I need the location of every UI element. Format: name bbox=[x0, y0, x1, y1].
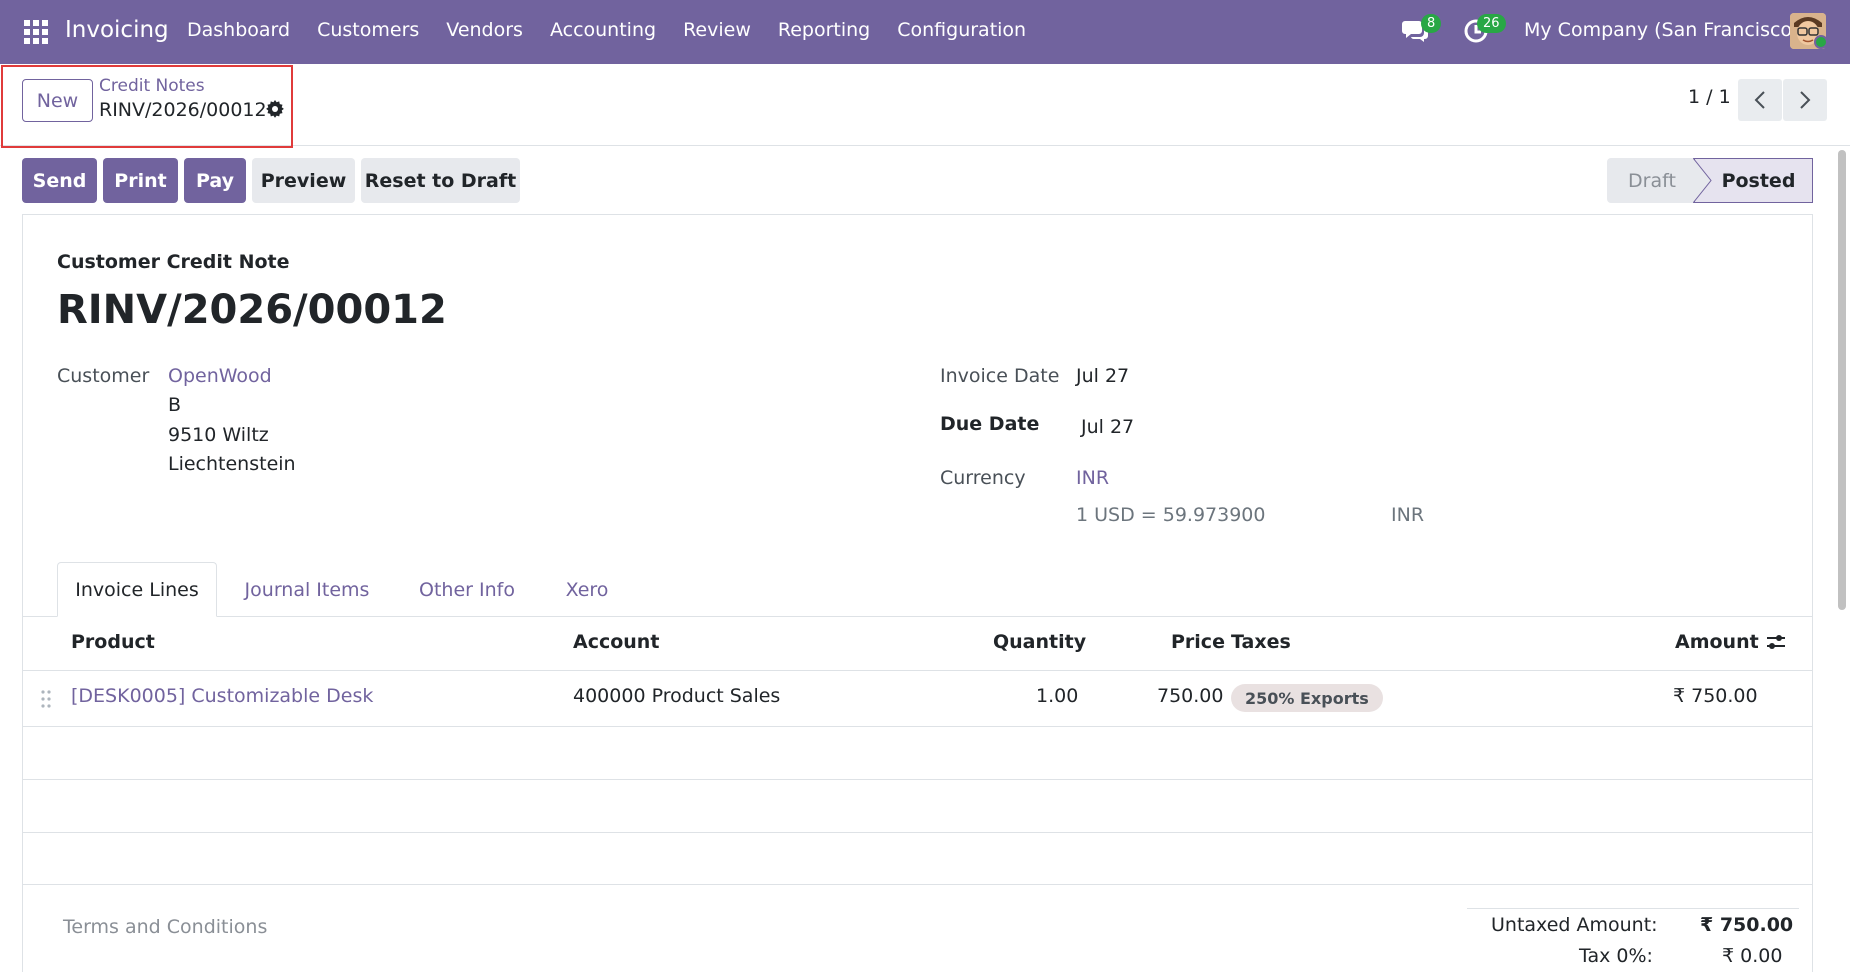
column-product[interactable]: Product bbox=[71, 631, 155, 653]
menu-accounting[interactable]: Accounting bbox=[550, 19, 656, 41]
document-number: RINV/2026/00012 bbox=[57, 287, 447, 333]
due-date-value[interactable]: Jul 27 bbox=[1081, 416, 1134, 438]
tab-xero[interactable]: Xero bbox=[547, 562, 627, 617]
pager-next-button[interactable] bbox=[1783, 79, 1827, 121]
tab-other-info[interactable]: Other Info bbox=[402, 562, 532, 617]
line-quantity[interactable]: 1.00 bbox=[1036, 685, 1078, 707]
optional-columns-icon[interactable] bbox=[1765, 631, 1787, 653]
column-quantity[interactable]: Quantity bbox=[993, 631, 1086, 653]
untaxed-amount-value: ₹ 750.00 bbox=[1700, 914, 1794, 936]
reset-to-draft-button[interactable]: Reset to Draft bbox=[361, 158, 520, 203]
column-price[interactable]: Price bbox=[1171, 631, 1225, 653]
print-button[interactable]: Print bbox=[103, 158, 178, 203]
pay-button[interactable]: Pay bbox=[184, 158, 246, 203]
table-divider bbox=[22, 726, 1813, 727]
currency-rate-unit: INR bbox=[1391, 504, 1425, 526]
customer-label: Customer bbox=[57, 365, 150, 387]
menu-dashboard[interactable]: Dashboard bbox=[187, 19, 290, 41]
menu-review[interactable]: Review bbox=[683, 19, 751, 41]
table-divider bbox=[22, 884, 1813, 885]
apps-grid-icon[interactable] bbox=[24, 20, 48, 44]
company-switcher[interactable]: My Company (San Francisco) bbox=[1524, 19, 1799, 41]
line-account[interactable]: 400000 Product Sales bbox=[573, 685, 780, 707]
currency-link[interactable]: INR bbox=[1076, 467, 1109, 489]
menu-customers[interactable]: Customers bbox=[317, 19, 419, 41]
tab-invoice-lines[interactable]: Invoice Lines bbox=[57, 562, 217, 617]
scrollbar[interactable] bbox=[1838, 150, 1846, 610]
customer-address-line: Liechtenstein bbox=[168, 453, 296, 475]
menu-reporting[interactable]: Reporting bbox=[778, 19, 870, 41]
column-taxes[interactable]: Taxes bbox=[1231, 631, 1291, 653]
currency-label: Currency bbox=[940, 467, 1026, 489]
tab-journal-items[interactable]: Journal Items bbox=[232, 562, 382, 617]
chevron-right-icon bbox=[1800, 91, 1811, 109]
status-draft[interactable]: Draft bbox=[1607, 158, 1697, 203]
gear-icon[interactable] bbox=[265, 99, 285, 119]
table-divider bbox=[22, 670, 1813, 671]
tax-badge[interactable]: 250% Exports bbox=[1231, 684, 1383, 712]
terms-and-conditions-input[interactable]: Terms and Conditions bbox=[63, 916, 267, 938]
preview-button[interactable]: Preview bbox=[252, 158, 355, 203]
line-amount: ₹ 750.00 bbox=[1673, 685, 1758, 707]
pager-value[interactable]: 1 / 1 bbox=[1688, 86, 1731, 108]
table-divider bbox=[22, 832, 1813, 833]
breadcrumb-credit-notes[interactable]: Credit Notes bbox=[99, 76, 205, 96]
untaxed-amount-label: Untaxed Amount: bbox=[1491, 914, 1658, 936]
pager-previous-button[interactable] bbox=[1738, 79, 1782, 121]
due-date-label: Due Date bbox=[940, 413, 1040, 435]
customer-link[interactable]: OpenWood bbox=[168, 365, 272, 387]
online-status-dot bbox=[1814, 35, 1828, 49]
line-price[interactable]: 750.00 bbox=[1157, 685, 1223, 707]
drag-handle-icon[interactable] bbox=[41, 689, 51, 709]
document-type: Customer Credit Note bbox=[57, 251, 290, 273]
customer-address-line: 9510 Wiltz bbox=[168, 424, 269, 446]
menu-vendors[interactable]: Vendors bbox=[446, 19, 523, 41]
invoice-date-label: Invoice Date bbox=[940, 365, 1060, 387]
column-amount[interactable]: Amount bbox=[1675, 631, 1759, 653]
notebook-tabs: Invoice Lines Journal Items Other Info X… bbox=[22, 562, 1813, 617]
menu-configuration[interactable]: Configuration bbox=[897, 19, 1026, 41]
currency-rate: 1 USD = 59.973900 bbox=[1076, 504, 1266, 526]
tax-value: ₹ 0.00 bbox=[1722, 945, 1783, 967]
table-divider bbox=[22, 779, 1813, 780]
messages-count-badge: 8 bbox=[1421, 14, 1442, 33]
line-product[interactable]: [DESK0005] Customizable Desk bbox=[71, 685, 373, 707]
status-arrow-icon bbox=[1693, 158, 1712, 203]
status-bar: Draft Posted bbox=[1607, 158, 1813, 203]
activities-count-badge: 26 bbox=[1477, 14, 1506, 33]
column-account[interactable]: Account bbox=[573, 631, 659, 653]
customer-address-line: B bbox=[168, 394, 182, 416]
breadcrumb-current-record: RINV/2026/00012 bbox=[99, 99, 267, 121]
main-menu: Dashboard Customers Vendors Accounting R… bbox=[187, 19, 1053, 41]
invoice-date-value[interactable]: Jul 27 bbox=[1076, 365, 1129, 387]
app-name[interactable]: Invoicing bbox=[65, 17, 169, 43]
tax-label: Tax 0%: bbox=[1579, 945, 1653, 967]
send-button[interactable]: Send bbox=[22, 158, 97, 203]
new-button[interactable]: New bbox=[22, 79, 93, 122]
chevron-left-icon bbox=[1754, 91, 1765, 109]
totals-divider bbox=[1467, 908, 1799, 909]
